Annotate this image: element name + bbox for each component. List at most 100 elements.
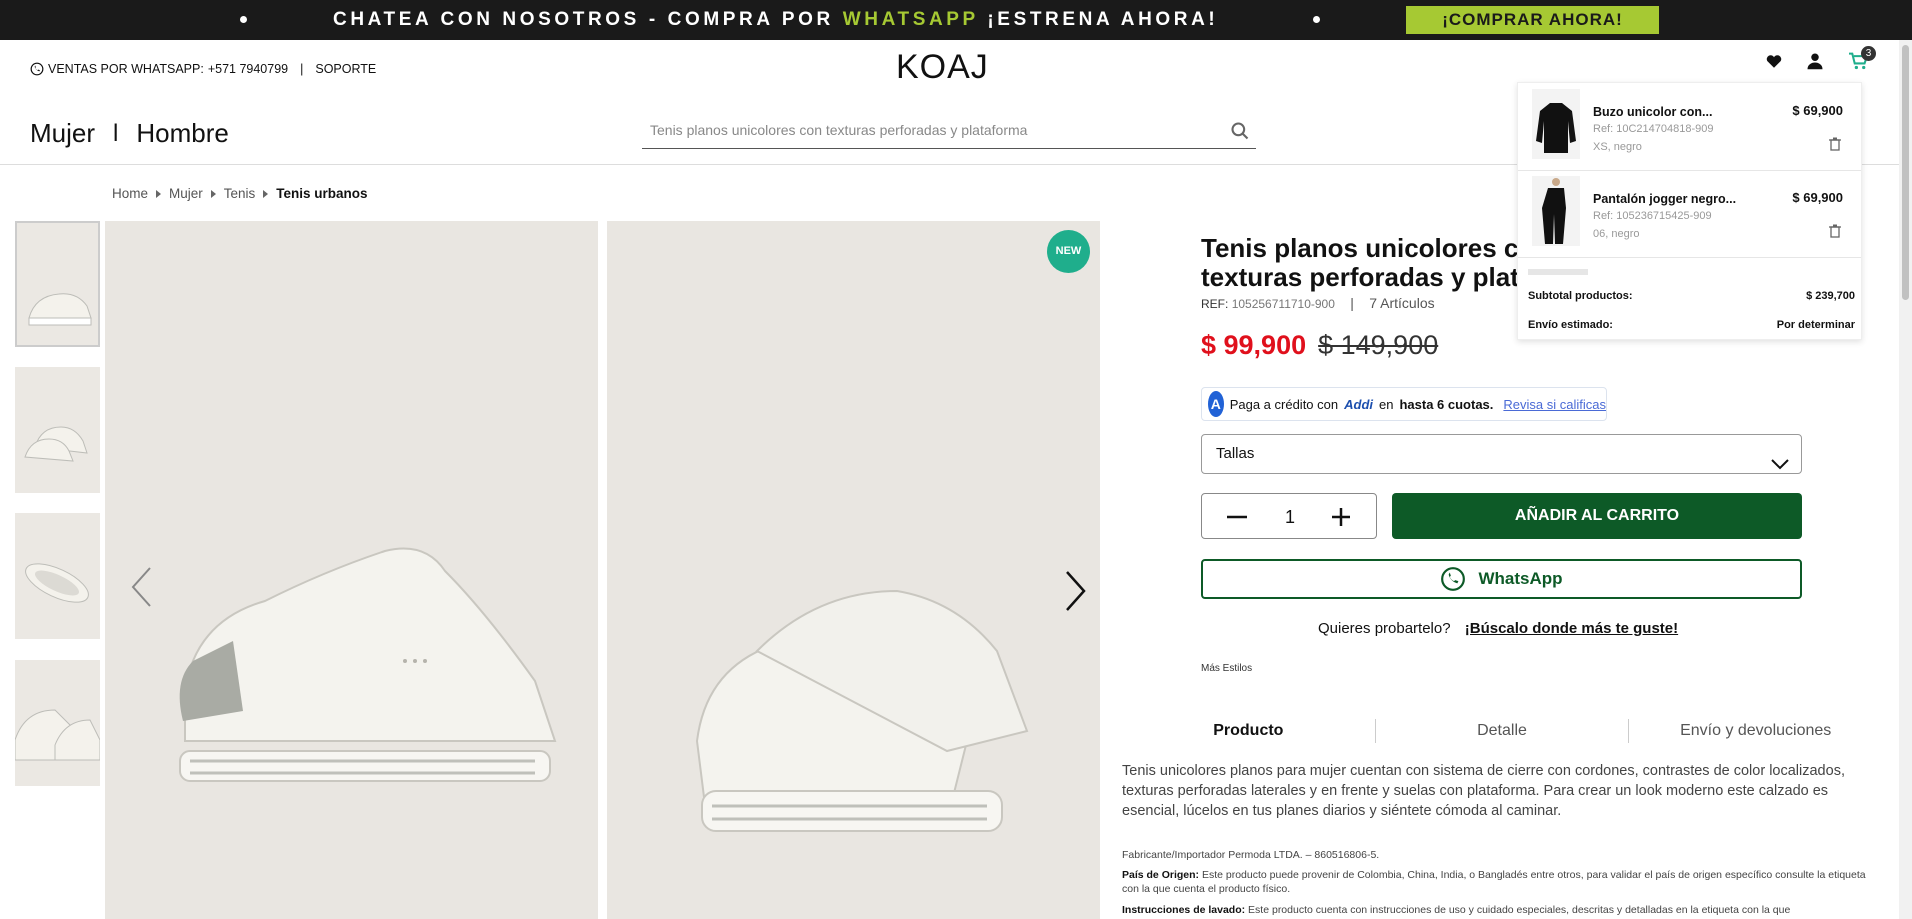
new-badge: NEW bbox=[1047, 230, 1090, 273]
shipping-row: Envío estimado: Por determinar bbox=[1528, 319, 1855, 331]
product-image-1 bbox=[105, 221, 598, 919]
cart-item-price: $ 69,900 bbox=[1792, 103, 1843, 118]
wash-info: Instrucciones de lavado: Este producto c… bbox=[1122, 903, 1877, 917]
increment-button[interactable] bbox=[1326, 502, 1356, 532]
articles-count: 7 Artículos bbox=[1369, 295, 1435, 311]
whatsapp-button[interactable]: WhatsApp bbox=[1201, 559, 1802, 599]
heart-icon[interactable] bbox=[1765, 52, 1783, 75]
sales-label: VENTAS POR WHATSAPP: bbox=[48, 62, 204, 76]
search-icon[interactable] bbox=[1230, 121, 1250, 146]
addi-check-link[interactable]: Revisa si calificas bbox=[1503, 397, 1606, 412]
tab-producto[interactable]: Producto bbox=[1122, 719, 1376, 743]
nav-hombre[interactable]: Hombre bbox=[136, 118, 228, 149]
cart-item: Pantalón jogger negro... Ref: 1052367154… bbox=[1518, 172, 1861, 258]
announcement-bar: CHATEA CON NOSOTROS - COMPRA POR WHATSAP… bbox=[0, 0, 1912, 40]
size-select-label: Tallas bbox=[1216, 445, 1255, 462]
origin-label: País de Origen: bbox=[1122, 869, 1200, 881]
scrollbar-thumb[interactable] bbox=[1902, 45, 1909, 300]
chevron-right-icon bbox=[156, 189, 162, 198]
page-scrollbar[interactable] bbox=[1899, 40, 1912, 919]
trash-icon[interactable] bbox=[1829, 137, 1841, 156]
shipping-value: Por determinar bbox=[1776, 319, 1855, 331]
sales-phone-link[interactable]: +571 7940799 bbox=[208, 62, 288, 76]
wash-label: Instrucciones de lavado: bbox=[1122, 904, 1246, 916]
product-tabs: Producto Detalle Envío y devoluciones bbox=[1122, 719, 1882, 743]
addi-logo-icon: A bbox=[1208, 391, 1224, 417]
whatsapp-icon bbox=[30, 62, 44, 76]
whatsapp-sales-info: VENTAS POR WHATSAPP: +571 7940799 | SOPO… bbox=[30, 62, 376, 76]
wash-text: Este producto cuenta con instrucciones d… bbox=[1248, 904, 1791, 916]
addi-installments: hasta 6 cuotas. bbox=[1399, 396, 1494, 412]
cart-item-ref: Ref: 10C214704818-909 bbox=[1593, 123, 1714, 135]
thumbnail-2[interactable] bbox=[15, 367, 100, 493]
nav-separator: l bbox=[113, 119, 119, 147]
tab-envio[interactable]: Envío y devoluciones bbox=[1629, 719, 1882, 743]
user-icon[interactable] bbox=[1806, 52, 1824, 75]
price: $ 99,900 $ 149,900 bbox=[1201, 330, 1438, 361]
size-select[interactable]: Tallas bbox=[1201, 434, 1802, 474]
thumbnail-1[interactable] bbox=[15, 221, 100, 347]
breadcrumb-home[interactable]: Home bbox=[112, 186, 148, 201]
cart-item-ref: Ref: 105236715425-909 bbox=[1593, 210, 1712, 222]
site-logo[interactable]: KOAJ bbox=[896, 48, 989, 87]
cart-item-variant: 06, negro bbox=[1593, 228, 1640, 240]
thumbnail-4[interactable] bbox=[15, 660, 100, 786]
subtotal-row: Subtotal productos: $ 239,700 bbox=[1528, 290, 1855, 302]
ref-separator: | bbox=[1350, 295, 1354, 311]
nav-mujer[interactable]: Mujer bbox=[30, 118, 95, 149]
announcement-text-part1: CHATEA CON NOSOTROS - COMPRA POR bbox=[333, 9, 843, 30]
origin-info: País de Origen: Este producto puede prov… bbox=[1122, 868, 1877, 896]
cart-item-partial bbox=[1528, 269, 1588, 275]
cart-item-name[interactable]: Buzo unicolor con... bbox=[1593, 105, 1712, 119]
addi-text: Paga a crédito con bbox=[1229, 396, 1339, 412]
announcement-text-part2: ¡ESTRENA AHORA! bbox=[978, 9, 1219, 30]
more-styles-label: Más Estilos bbox=[1201, 663, 1253, 674]
cart-dropdown: Buzo unicolor con... Ref: 10C214704818-9… bbox=[1517, 82, 1862, 340]
breadcrumb-mujer[interactable]: Mujer bbox=[169, 186, 203, 201]
trash-icon[interactable] bbox=[1829, 224, 1841, 243]
search-bar bbox=[642, 115, 1256, 149]
support-link[interactable]: SOPORTE bbox=[315, 62, 376, 76]
cart-item-price: $ 69,900 bbox=[1792, 190, 1843, 205]
quantity-stepper: 1 bbox=[1201, 493, 1377, 539]
breadcrumb-current: Tenis urbanos bbox=[276, 186, 368, 201]
bullet-icon bbox=[1313, 16, 1320, 23]
old-price: $ 149,900 bbox=[1318, 330, 1439, 360]
whatsapp-button-label: WhatsApp bbox=[1478, 569, 1563, 588]
find-store-link[interactable]: ¡Búscalo donde más te guste! bbox=[1465, 620, 1678, 637]
subtotal-value: $ 239,700 bbox=[1806, 290, 1855, 302]
bullet-icon bbox=[240, 16, 247, 23]
breadcrumb: Home Mujer Tenis Tenis urbanos bbox=[112, 186, 368, 201]
addi-brand: Addi bbox=[1344, 396, 1373, 412]
thumbnail-3[interactable] bbox=[15, 513, 100, 639]
arrow-left-icon[interactable] bbox=[130, 566, 152, 613]
product-description: Tenis unicolores planos para mujer cuent… bbox=[1122, 763, 1845, 819]
cart-item-image[interactable] bbox=[1532, 176, 1580, 246]
buy-now-button[interactable]: ¡COMPRAR AHORA! bbox=[1406, 6, 1659, 34]
add-to-cart-button[interactable]: AÑADIR AL CARRITO bbox=[1392, 493, 1802, 539]
cart-item-variant: XS, negro bbox=[1593, 141, 1642, 153]
search-input[interactable] bbox=[642, 115, 1202, 145]
cart-item-name[interactable]: Pantalón jogger negro... bbox=[1593, 192, 1736, 206]
ref-label: REF: bbox=[1201, 297, 1229, 311]
try-on-prompt: Quieres probartelo? ¡Búscalo donde más t… bbox=[1318, 620, 1678, 637]
arrow-right-icon[interactable] bbox=[1065, 570, 1087, 617]
breadcrumb-tenis[interactable]: Tenis bbox=[224, 186, 256, 201]
addi-credit-banner: A Paga a crédito con Addi en hasta 6 cuo… bbox=[1201, 387, 1607, 421]
product-ref: REF: 105256711710-900 | 7 Artículos bbox=[1201, 295, 1435, 311]
tab-detalle[interactable]: Detalle bbox=[1376, 719, 1630, 743]
cart-item: Buzo unicolor con... Ref: 10C214704818-9… bbox=[1518, 85, 1861, 171]
decrement-button[interactable] bbox=[1222, 502, 1252, 532]
ref-value: 105256711710-900 bbox=[1231, 297, 1335, 311]
manufacturer-info: Fabricante/Importador Permoda LTDA. – 86… bbox=[1122, 849, 1380, 861]
shipping-label: Envío estimado: bbox=[1528, 319, 1613, 331]
announcement-text: CHATEA CON NOSOTROS - COMPRA POR WHATSAP… bbox=[333, 9, 1218, 31]
product-image-2 bbox=[607, 221, 1100, 919]
subtotal-label: Subtotal productos: bbox=[1528, 290, 1633, 302]
cart-item-image[interactable] bbox=[1532, 89, 1580, 159]
chevron-down-icon bbox=[1771, 447, 1789, 485]
whatsapp-icon bbox=[1441, 567, 1466, 591]
try-on-text: Quieres probartelo? bbox=[1318, 620, 1451, 637]
cart-count-badge: 3 bbox=[1861, 46, 1876, 61]
quantity-value[interactable]: 1 bbox=[1272, 507, 1308, 528]
